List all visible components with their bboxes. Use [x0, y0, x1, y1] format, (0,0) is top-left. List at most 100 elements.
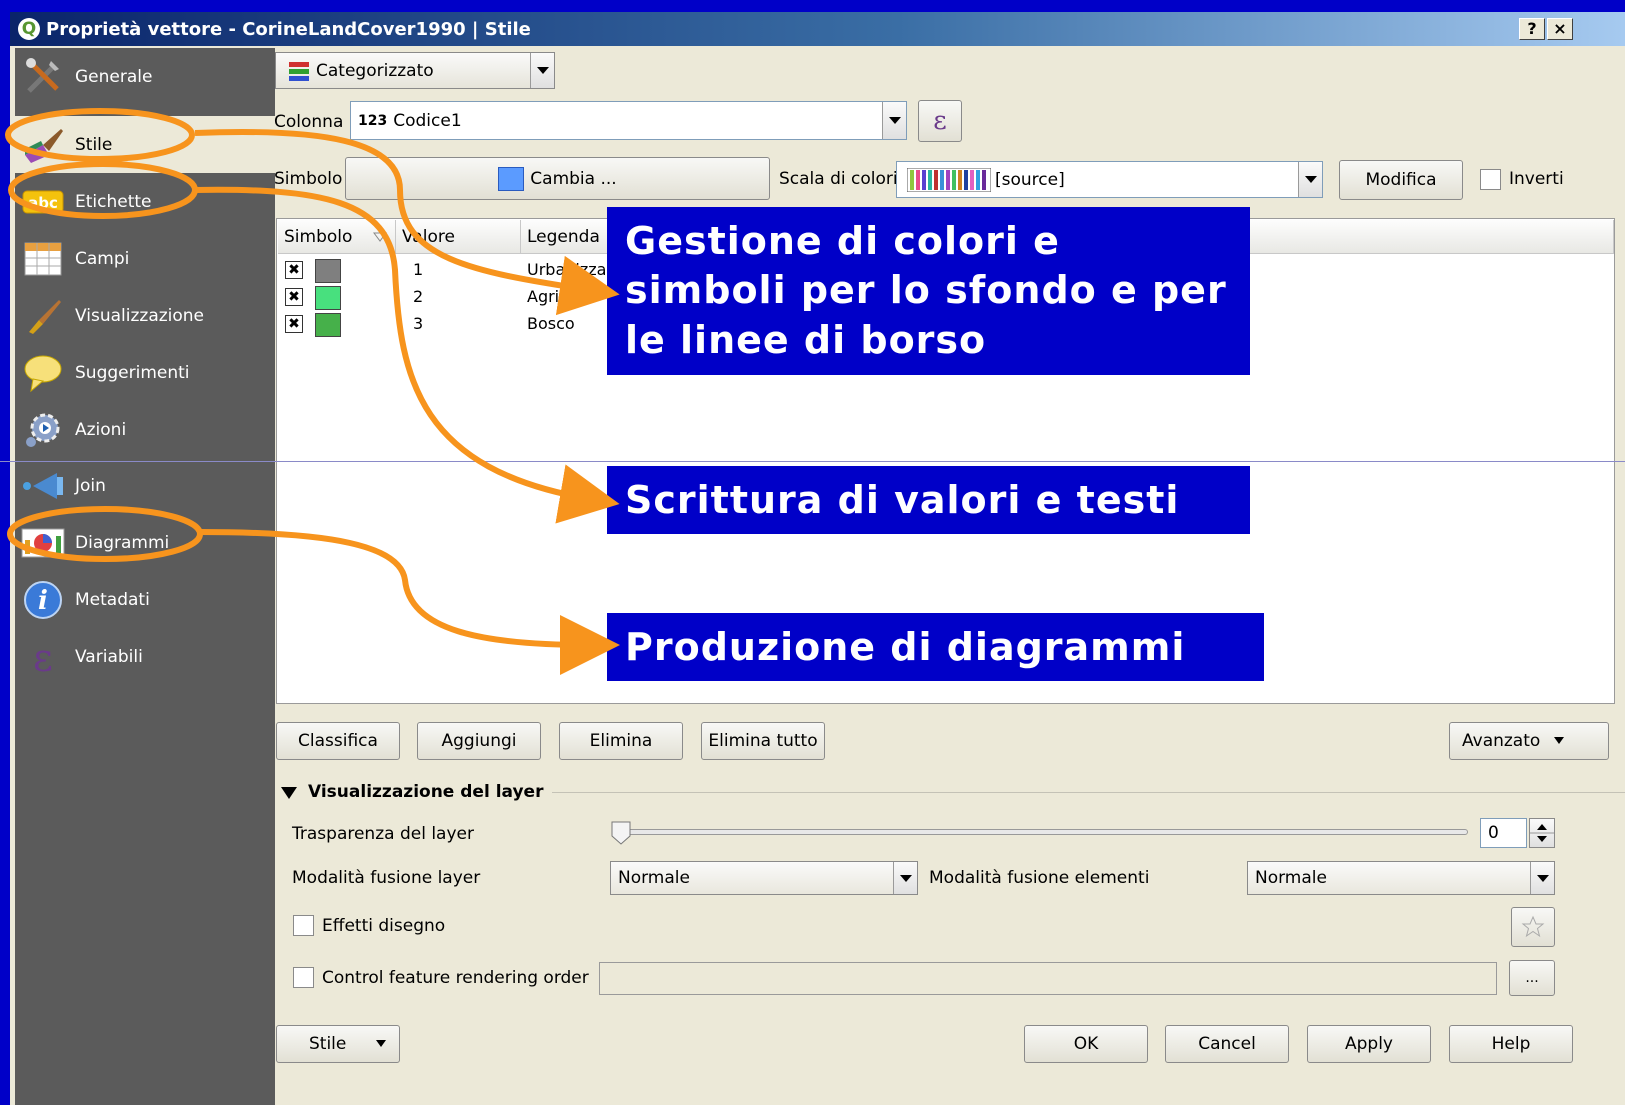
sidebar-item-generale[interactable]: Generale: [15, 48, 275, 105]
sidebar-item-join[interactable]: Join: [15, 457, 275, 514]
diagrammi-icon: [21, 521, 65, 565]
transparency-input[interactable]: 0: [1480, 818, 1527, 848]
render-order-label: Control feature rendering order: [322, 968, 589, 988]
render-order-field: [599, 962, 1497, 995]
column-value: Codice1: [393, 110, 462, 131]
render-order-checkbox[interactable]: [293, 967, 314, 988]
chevron-down-icon: [376, 1040, 387, 1047]
svg-text:i: i: [38, 586, 48, 616]
effects-settings-button[interactable]: [1511, 907, 1555, 947]
sidebar-item-label: Variabili: [75, 646, 143, 667]
draw-effects-checkbox[interactable]: [293, 915, 314, 936]
etichette-icon: abc: [21, 180, 65, 224]
sort-indicator-icon: [373, 232, 387, 242]
symbol-swatch[interactable]: [315, 313, 341, 337]
column-header-value[interactable]: Valore: [396, 220, 521, 254]
sidebar-item-diagrammi[interactable]: Diagrammi: [15, 514, 275, 571]
delete-button[interactable]: Elimina: [559, 722, 683, 760]
invert-checkbox[interactable]: [1480, 169, 1501, 190]
sidebar-item-label: Metadati: [75, 589, 150, 610]
symbol-swatch[interactable]: [315, 286, 341, 310]
delete-all-button[interactable]: Elimina tutto: [701, 722, 825, 760]
callout-colors-symbols: Gestione di colori e simboli per lo sfon…: [607, 207, 1250, 375]
chevron-down-icon: [893, 862, 917, 894]
add-button[interactable]: Aggiungi: [417, 722, 541, 760]
change-symbol-button[interactable]: Cambia ...: [345, 157, 770, 200]
sidebar-item-label: Stile: [75, 134, 113, 155]
sidebar-item-variabili[interactable]: ε Variabili: [15, 628, 275, 685]
sidebar-item-label: Join: [75, 475, 106, 496]
window-title: Proprietà vettore - CorineLandCover1990 …: [46, 18, 531, 40]
stile-icon: [21, 123, 65, 167]
sidebar-item-metadati[interactable]: i Metadati: [15, 571, 275, 628]
color-ramp-preview-icon: [907, 167, 991, 192]
cancel-button[interactable]: Cancel: [1165, 1025, 1289, 1063]
draw-effects-label: Effetti disegno: [322, 916, 446, 936]
modify-color-ramp-button[interactable]: Modifica: [1339, 160, 1463, 200]
style-menu-button[interactable]: Stile: [276, 1025, 400, 1063]
sidebar-item-suggerimenti[interactable]: Suggerimenti: [15, 344, 275, 401]
sidebar-item-campi[interactable]: Campi: [15, 230, 275, 287]
expression-button[interactable]: ε: [918, 100, 962, 142]
layer-properties-window: Q Proprietà vettore - CorineLandCover199…: [10, 12, 1625, 1105]
help-button[interactable]: ?: [1519, 18, 1545, 40]
blend-layer-label: Modalità fusione layer: [292, 868, 481, 888]
transparency-slider[interactable]: [618, 829, 1468, 835]
chevron-down-icon: [882, 102, 906, 139]
classify-button[interactable]: Classifica: [276, 722, 400, 760]
symbol-preview-swatch: [498, 166, 525, 191]
help-dialog-button[interactable]: Help: [1449, 1025, 1573, 1063]
advanced-menu-button[interactable]: Avanzato: [1449, 722, 1609, 760]
column-header-symbol[interactable]: Simbolo: [278, 220, 396, 254]
sidebar-item-label: Suggerimenti: [75, 362, 190, 383]
section-title: Visualizzazione del layer: [308, 782, 544, 802]
collapse-triangle-icon[interactable]: [280, 786, 298, 800]
callout-diagrams: Produzione di diagrammi: [607, 613, 1264, 681]
qgis-logo-icon: Q: [18, 18, 40, 40]
symbol-swatch[interactable]: [315, 259, 341, 283]
sidebar-item-label: Generale: [75, 66, 153, 87]
metadati-icon: i: [21, 578, 65, 622]
suggerimenti-icon: [21, 351, 65, 395]
close-button[interactable]: ×: [1547, 18, 1573, 40]
svg-text:abc: abc: [28, 194, 58, 212]
blend-feature-select[interactable]: Normale: [1247, 861, 1555, 895]
color-scale-label: Scala di colori: [779, 169, 898, 189]
join-icon: [21, 464, 65, 508]
callout-labels: Scrittura di valori e testi: [607, 466, 1250, 534]
sidebar-item-label: Etichette: [75, 191, 152, 212]
blend-layer-select[interactable]: Normale: [610, 861, 918, 895]
apply-button[interactable]: Apply: [1307, 1025, 1431, 1063]
ok-button[interactable]: OK: [1024, 1025, 1148, 1063]
row-visible-checkbox[interactable]: ✖: [285, 315, 303, 333]
sidebar-item-visualizzazione[interactable]: Visualizzazione: [15, 287, 275, 344]
sidebar-item-azioni[interactable]: Azioni: [15, 401, 275, 458]
sidebar-item-label: Campi: [75, 248, 130, 269]
sidebar-item-etichette[interactable]: abc Etichette: [15, 173, 275, 230]
campi-icon: [21, 237, 65, 281]
row-visible-checkbox[interactable]: ✖: [285, 288, 303, 306]
numeric-type-badge: 123: [358, 112, 388, 129]
sidebar-item-label: Diagrammi: [75, 532, 170, 553]
sidebar-item-label: Visualizzazione: [75, 305, 205, 326]
render-order-button[interactable]: ...: [1509, 960, 1555, 996]
row-value: 3: [413, 314, 424, 333]
row-legend: Bosco: [527, 314, 575, 333]
color-ramp-select[interactable]: [source]: [896, 161, 1323, 198]
sidebar-item-label: Azioni: [75, 419, 127, 440]
visualizzazione-icon: [21, 294, 65, 338]
categorized-icon: [289, 61, 309, 81]
column-select[interactable]: 123 Codice1: [350, 101, 907, 140]
color-ramp-value: [source]: [995, 169, 1065, 190]
variabili-icon: ε: [21, 635, 65, 679]
row-legend: Urbanizza: [527, 260, 607, 279]
row-legend: Agricol: [527, 287, 583, 306]
sidebar: Generale Stile abc Etichette Campi Visua…: [15, 48, 275, 1105]
renderer-type-select[interactable]: Categorizzato: [275, 52, 555, 89]
sidebar-item-stile[interactable]: Stile: [15, 116, 275, 173]
generale-icon: [21, 55, 65, 99]
transparency-spinner[interactable]: [1529, 818, 1555, 848]
slider-handle[interactable]: [610, 820, 632, 846]
chevron-down-icon: [1298, 162, 1322, 197]
row-visible-checkbox[interactable]: ✖: [285, 261, 303, 279]
